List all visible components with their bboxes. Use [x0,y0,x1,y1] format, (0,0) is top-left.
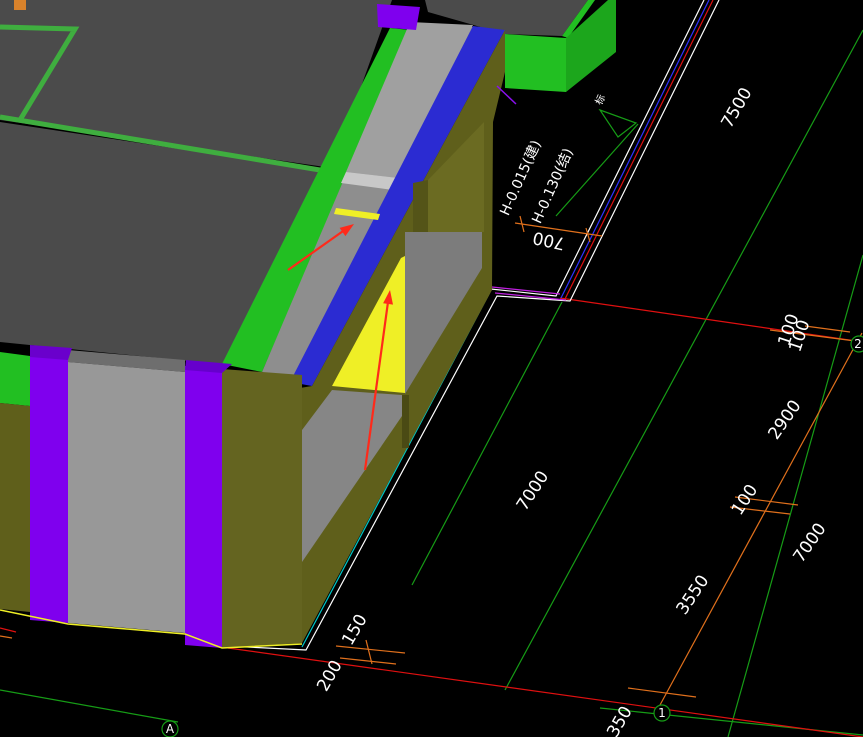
orange-marker [14,0,26,10]
column-top-small[interactable] [377,4,420,30]
front-olive-right[interactable] [222,369,302,648]
front-gray-wall[interactable] [68,362,185,633]
inner-post[interactable] [402,395,409,448]
axis-bubble-label: A [166,722,175,736]
front-green-strip[interactable] [0,352,30,406]
axis-bubble-1[interactable]: 1 [653,704,671,722]
green-wall-front[interactable] [505,34,566,92]
axis-bubble-label: 2 [854,337,862,351]
axis-bubble-a[interactable]: A [161,720,179,737]
olive-post[interactable] [413,180,428,234]
column-front-left[interactable] [30,352,68,623]
column-front-right[interactable] [185,366,222,648]
3d-viewport[interactable]: H-0.015(建) H-0.130(结) 标 7500 700 100 100… [0,0,863,737]
axis-bubble-2[interactable]: 2 [850,335,863,353]
axis-bubble-label: 1 [658,706,666,720]
front-olive-left[interactable] [0,403,30,612]
